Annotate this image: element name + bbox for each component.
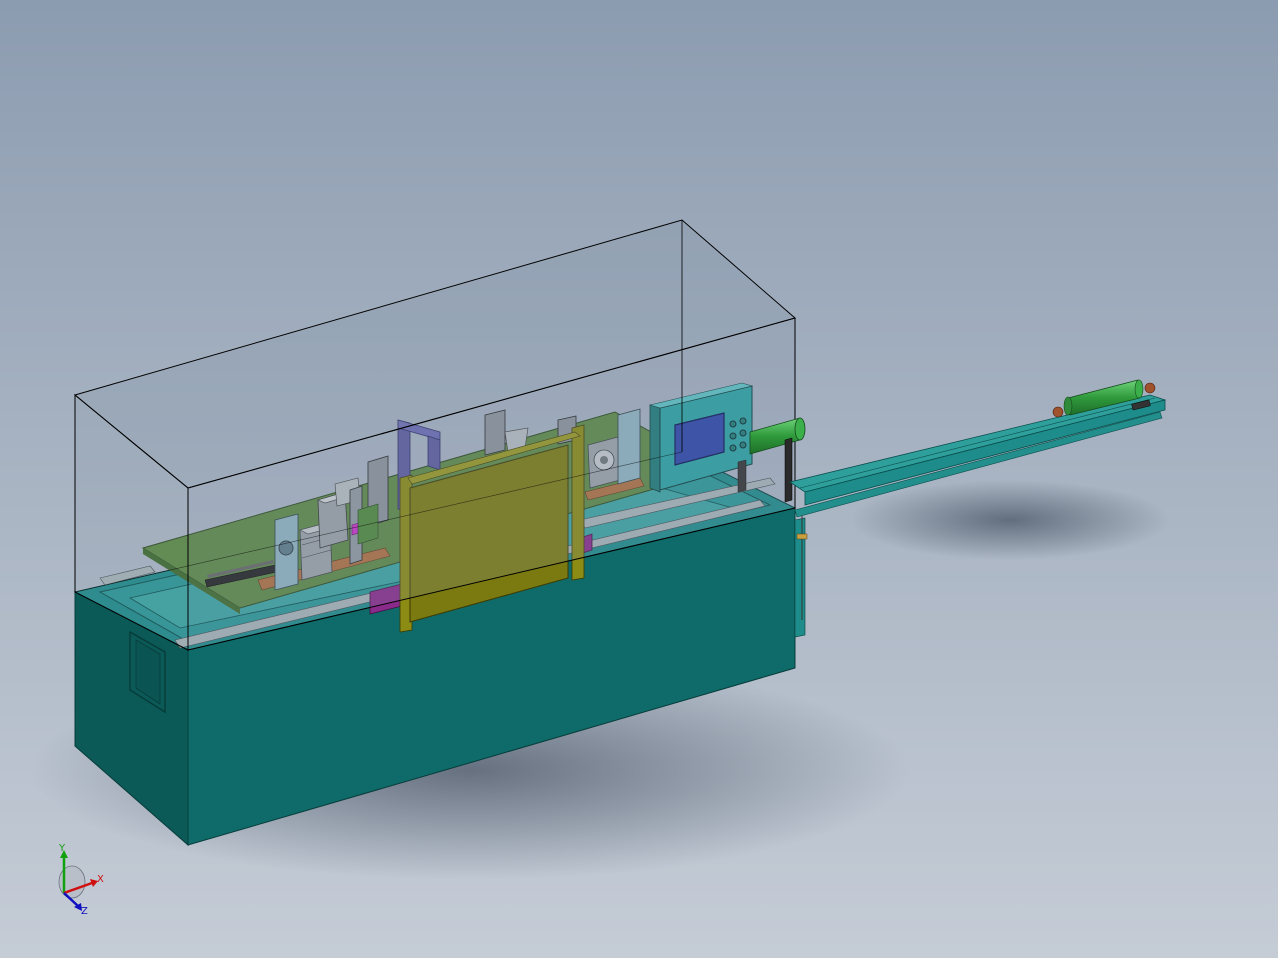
conveyor-groove <box>799 397 1156 489</box>
triad-z-label: Z <box>81 906 88 917</box>
stand-post-collar <box>796 533 808 540</box>
axis-triad[interactable]: Y X Z <box>58 843 104 917</box>
cad-model-view[interactable]: Y X Z <box>0 0 1278 958</box>
triad-x-label: X <box>97 874 104 885</box>
cad-viewport[interactable]: Y X Z <box>0 0 1278 958</box>
conveyor-stopper-left <box>1052 406 1064 418</box>
stand-post-dark <box>784 437 793 503</box>
triad-y-label: Y <box>58 843 66 854</box>
conveyor-stopper-right <box>1144 382 1156 394</box>
ground-shadow-conveyor <box>850 480 1170 560</box>
